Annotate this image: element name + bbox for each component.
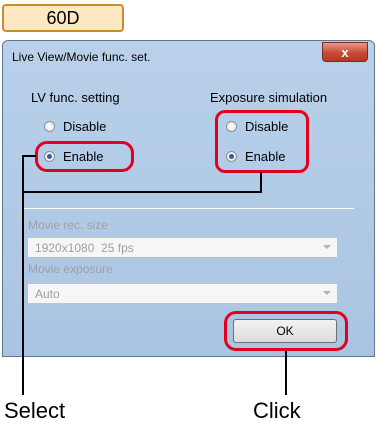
connector-line <box>22 191 262 193</box>
title-bar[interactable]: Live View/Movie func. set. x <box>3 41 374 71</box>
lv-disable-label: Disable <box>63 119 107 134</box>
select-highlight-lv-enable <box>35 141 134 172</box>
movie-rec-size-value: 1920x1080 25 fps <box>35 240 134 255</box>
movie-exposure-label: Movie exposure <box>28 262 113 276</box>
click-callout: Click <box>253 398 301 423</box>
chevron-down-icon <box>323 291 331 295</box>
close-icon: x <box>341 44 349 60</box>
connector-line <box>260 172 262 193</box>
settings-dialog: Live View/Movie func. set. x <box>2 40 375 357</box>
connector-line <box>285 351 287 395</box>
radio-icon <box>44 121 55 132</box>
exposure-sim-label: Exposure simulation <box>210 90 328 105</box>
dialog-title: Live View/Movie func. set. <box>12 50 151 64</box>
movie-exposure-value: Auto <box>35 286 60 301</box>
select-highlight-exposure-sim <box>215 110 309 173</box>
movie-rec-size-select[interactable]: 1920x1080 25 fps <box>27 237 338 258</box>
separator <box>22 207 354 209</box>
lv-func-label: LV func. setting <box>31 90 120 105</box>
model-badge: 60D <box>2 4 124 32</box>
lv-disable-radio[interactable]: Disable <box>44 119 106 134</box>
select-callout: Select <box>4 398 66 423</box>
movie-exposure-select[interactable]: Auto <box>27 283 338 304</box>
chevron-down-icon <box>323 245 331 249</box>
movie-rec-size-label: Movie rec. size <box>28 218 109 232</box>
click-highlight-ok <box>224 311 348 351</box>
connector-line <box>22 155 36 157</box>
close-button[interactable]: x <box>322 42 368 62</box>
